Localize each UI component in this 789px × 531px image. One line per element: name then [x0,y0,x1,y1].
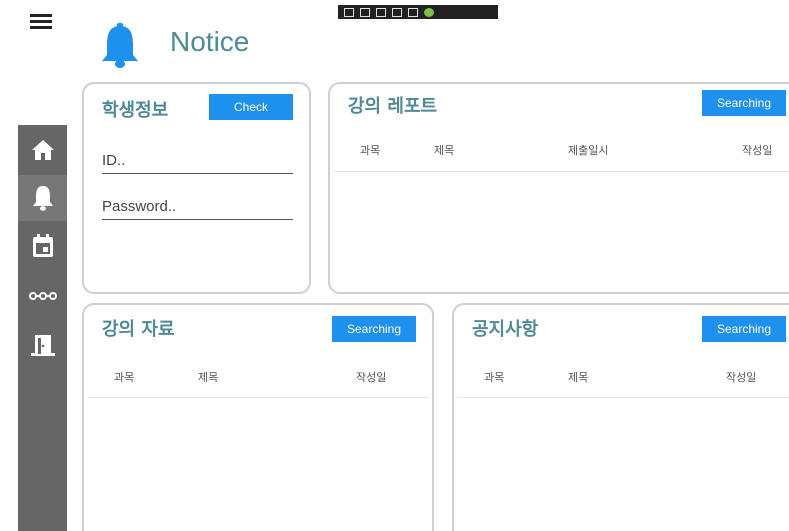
check-status-icon[interactable] [424,7,434,17]
bell-icon [102,23,138,68]
sidebar-item-connection[interactable] [18,273,67,319]
column-header-title: 제목 [434,144,455,157]
announcements-card: 공지사항 Searching 과목 제목 작성일 [452,303,789,531]
announcements-title: 공지사항 [472,319,539,340]
home-icon [31,140,54,160]
check-button[interactable]: Check [209,94,293,120]
lecture-report-title: 강의 레포트 [348,96,438,117]
lecture-material-title: 강의 자료 [102,319,175,340]
connection-icon [28,292,57,300]
student-info-card: 학생정보 Check ID.. Password.. [82,82,311,294]
sidebar-item-home[interactable] [18,127,67,173]
lecture-material-search-button[interactable]: Searching [332,316,416,342]
id-input[interactable]: ID.. [102,152,293,174]
exit-door-icon [30,335,55,356]
password-input[interactable]: Password.. [102,198,293,220]
tray-icon[interactable] [360,7,370,17]
calendar-icon [32,234,53,257]
header-divider [458,397,789,398]
bell-icon [32,186,53,211]
column-header-title: 제목 [198,371,219,384]
tray-icon[interactable] [376,7,386,17]
header-divider [88,397,428,398]
column-header-written-date: 작성일 [726,371,757,384]
sidebar-item-exit[interactable] [18,322,67,368]
column-header-title: 제목 [568,371,589,384]
lecture-report-search-button[interactable]: Searching [702,90,786,116]
system-tray-strip [338,5,498,19]
student-info-title: 학생정보 [102,100,169,121]
announcements-search-button[interactable]: Searching [702,316,786,342]
sidebar-item-calendar[interactable] [18,223,67,269]
tray-icon[interactable] [408,7,418,17]
sidebar [18,125,67,531]
lecture-material-card: 강의 자료 Searching 과목 제목 작성일 [82,303,434,531]
tray-icon[interactable] [344,7,354,17]
column-header-subject: 과목 [360,144,381,157]
hamburger-menu-icon[interactable] [30,14,52,30]
column-header-written-date: 작성일 [742,144,773,157]
sidebar-item-notice[interactable] [18,175,67,221]
lecture-report-card: 강의 레포트 Searching 과목 제목 제출일시 작성일 [328,82,789,294]
tray-icon[interactable] [392,7,402,17]
column-header-written-date: 작성일 [356,371,387,384]
column-header-subject: 과목 [114,371,135,384]
page-title: Notice [170,26,250,57]
column-header-subject: 과목 [484,371,505,384]
column-header-submitted-at: 제출일시 [568,144,609,157]
header-divider [334,171,789,172]
